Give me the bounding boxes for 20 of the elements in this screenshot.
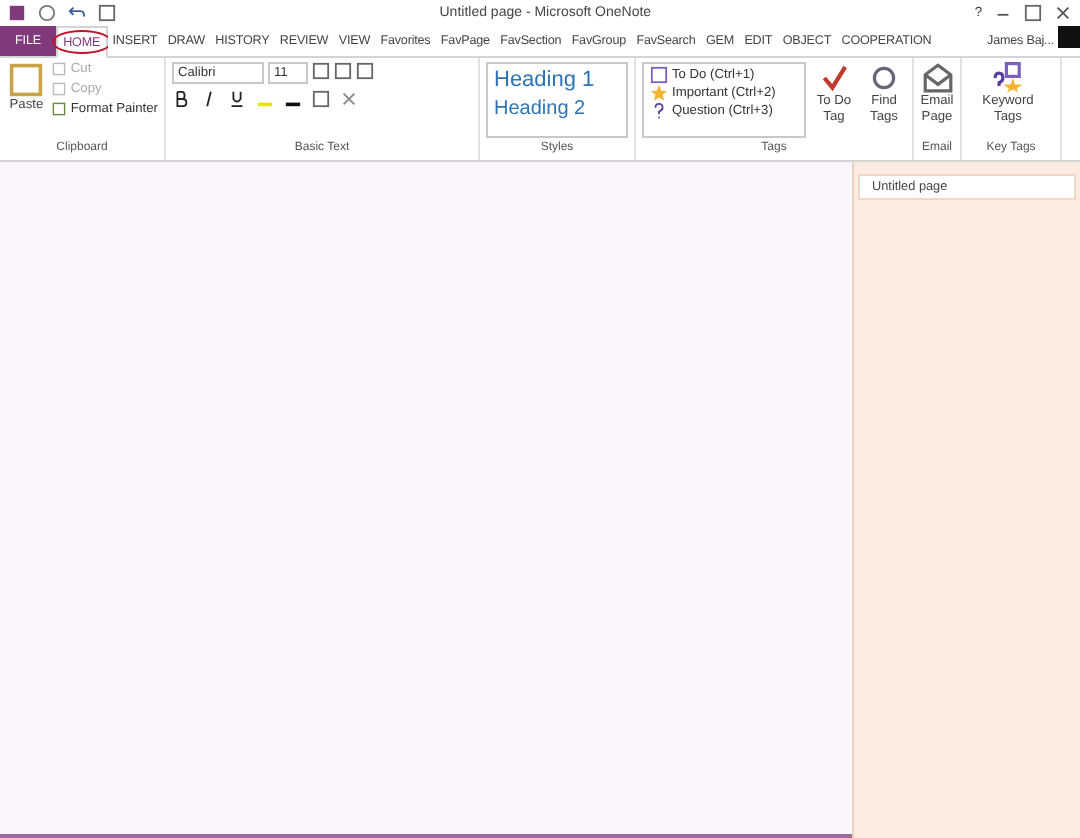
star-icon	[650, 84, 668, 102]
back-icon	[38, 4, 56, 22]
search-icon	[868, 62, 900, 94]
envelope-icon	[921, 62, 953, 94]
question-icon	[650, 102, 668, 120]
bold-icon	[172, 90, 190, 108]
note-canvas[interactable]	[0, 162, 852, 838]
checkbox-icon	[650, 66, 668, 84]
clipboard-icon	[8, 62, 45, 98]
maximize-icon	[1024, 4, 1042, 22]
app-logo-icon	[8, 4, 26, 22]
underline-icon	[228, 90, 246, 108]
clear-icon	[340, 90, 358, 108]
close-icon	[1054, 4, 1072, 22]
user-avatar-icon	[1058, 26, 1080, 48]
tags-icon	[992, 62, 1024, 94]
styles-gallery[interactable]: Heading 1 Heading 2	[486, 62, 628, 138]
checkmark-icon	[818, 62, 850, 94]
undo-icon	[68, 4, 86, 22]
italic-icon	[200, 90, 218, 108]
